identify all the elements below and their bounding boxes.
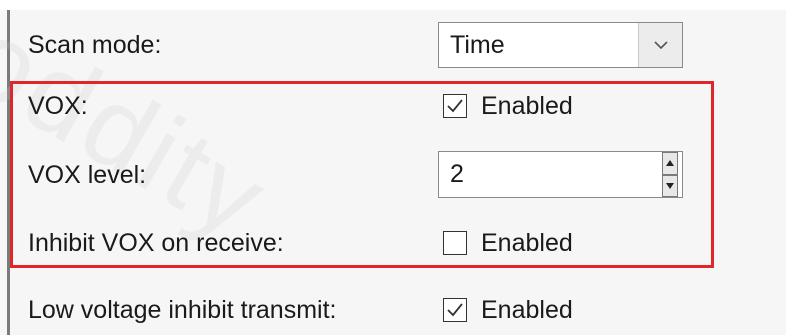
vox-label: VOX: [28, 91, 88, 120]
top-strip [0, 0, 786, 10]
scan-mode-label: Scan mode: [28, 30, 162, 59]
inhibit-vox-row: Inhibit VOX on receive: [28, 223, 284, 263]
vox-enabled-label: Enabled [481, 91, 573, 120]
vox-level-value[interactable]: 2 [439, 160, 662, 189]
low-voltage-checkbox-group[interactable]: Enabled [443, 290, 573, 330]
left-divider [7, 10, 10, 335]
vox-level-label: VOX level: [28, 160, 147, 189]
scan-mode-select[interactable]: Time [438, 22, 683, 68]
vox-row: VOX: [28, 86, 88, 126]
low-voltage-enabled-label: Enabled [481, 295, 573, 324]
triangle-up-icon[interactable] [662, 152, 678, 175]
low-voltage-checkbox[interactable] [443, 298, 467, 322]
scan-mode-row: Scan mode: [28, 25, 161, 65]
vox-checkbox-group[interactable]: Enabled [443, 86, 573, 126]
stepper-buttons [662, 152, 678, 197]
inhibit-vox-checkbox-group[interactable]: Enabled [443, 223, 573, 263]
triangle-down-icon[interactable] [662, 174, 678, 197]
vox-level-stepper[interactable]: 2 [438, 151, 683, 198]
low-voltage-label: Low voltage inhibit transmit: [28, 295, 337, 324]
inhibit-vox-enabled-label: Enabled [481, 228, 573, 257]
inhibit-vox-label: Inhibit VOX on receive: [28, 228, 284, 257]
low-voltage-row: Low voltage inhibit transmit: [28, 290, 336, 330]
vox-level-row: VOX level: [28, 155, 146, 195]
checkmark-icon [447, 99, 463, 113]
chevron-down-icon[interactable] [638, 23, 682, 67]
scan-mode-value: Time [450, 30, 505, 59]
vox-checkbox[interactable] [443, 94, 467, 118]
settings-panel: oddity Scan mode: Time VOX: Enabled VOX … [0, 0, 786, 335]
checkmark-icon [447, 303, 463, 317]
inhibit-vox-checkbox[interactable] [443, 231, 467, 255]
